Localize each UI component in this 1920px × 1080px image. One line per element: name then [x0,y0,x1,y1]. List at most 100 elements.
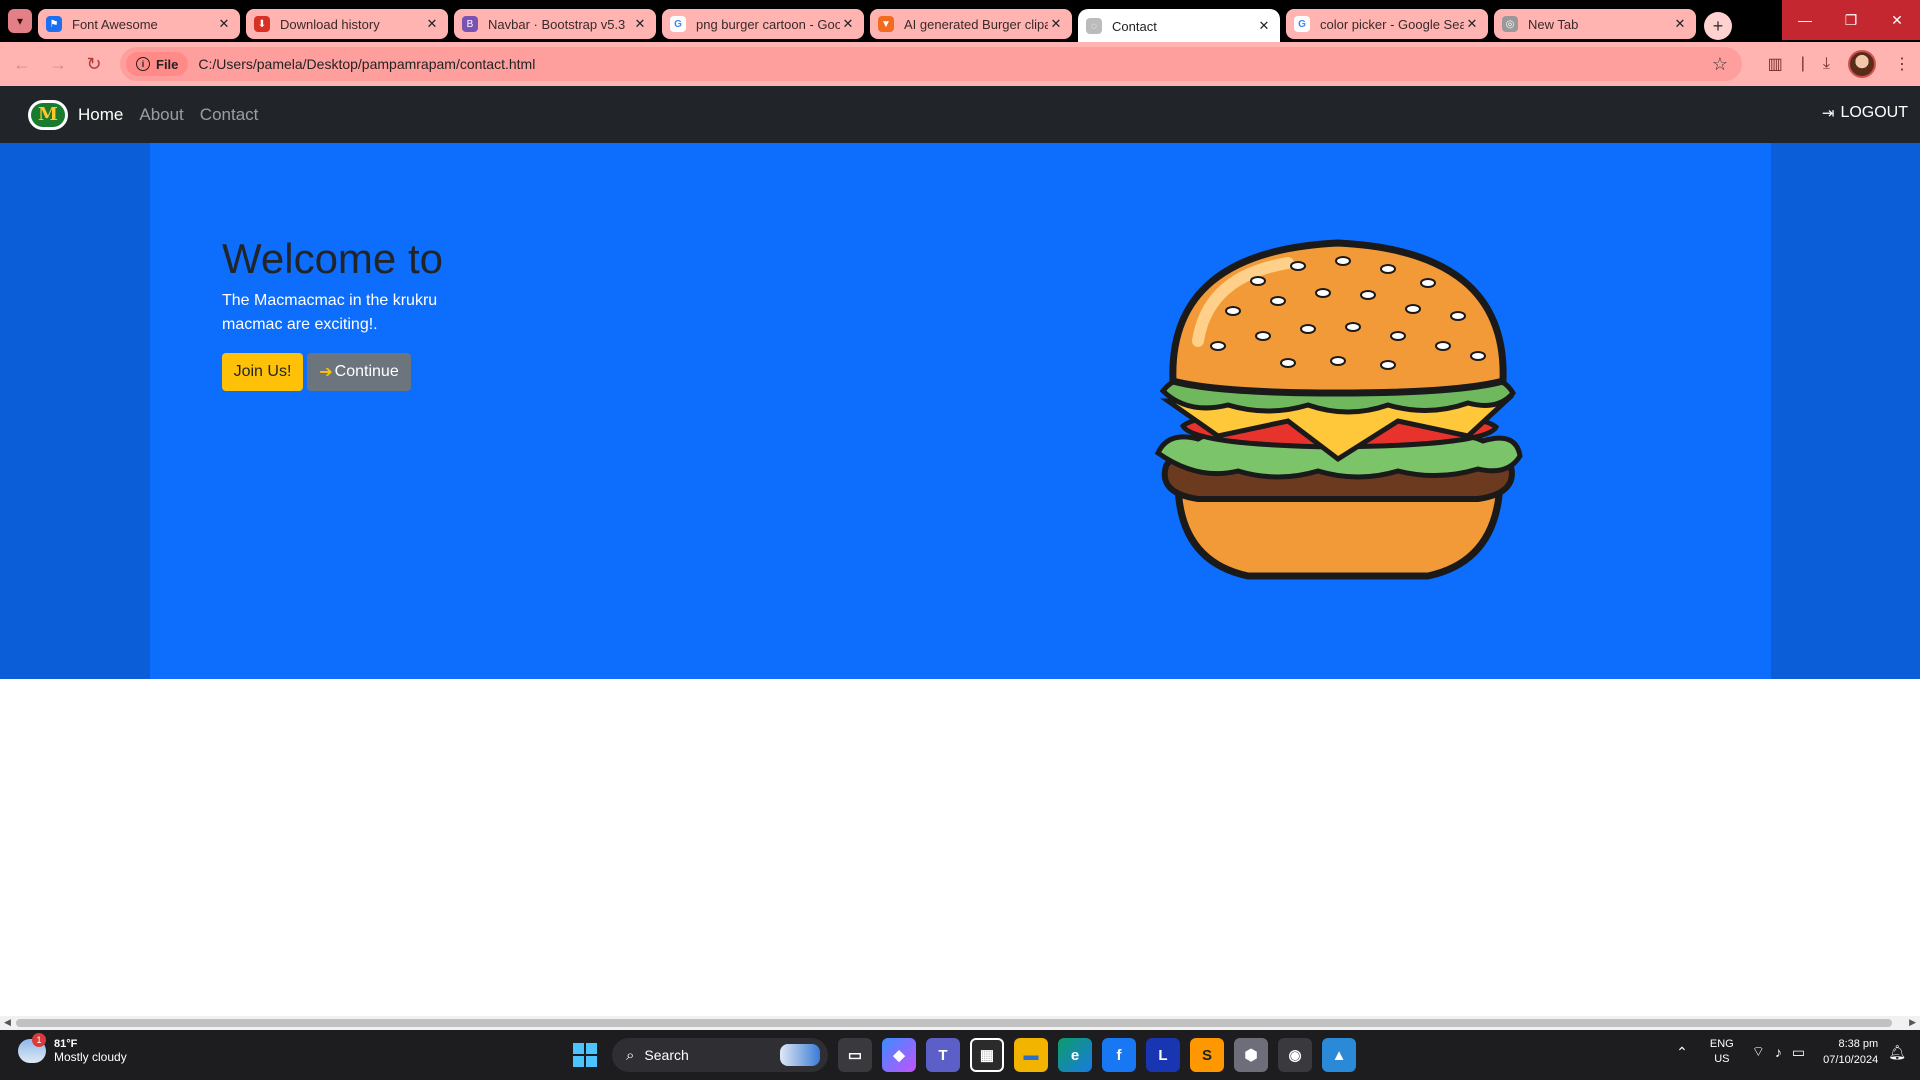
notification-bell-icon[interactable]: 🔔︎ [1888,1044,1906,1061]
nav-link-contact[interactable]: Contact [200,105,259,125]
facebook-icon[interactable]: f [1102,1038,1136,1072]
address-bar[interactable]: i File C:/Users/pamela/Desktop/pampamrap… [120,47,1742,81]
clock-time: 8:38 pm [1838,1038,1879,1050]
continue-button[interactable]: ➔ Continue [307,353,411,391]
close-icon[interactable]: ✕ [840,16,856,32]
taskbar-apps: ⌕ Search ▭ ◆ T ▦ ▬ e f L S ⬢ ◉ ▲ [568,1038,1356,1072]
browser-tab[interactable]: G png burger cartoon - Goo ✕ [662,9,864,39]
horizontal-scrollbar[interactable]: ◀ ▶ [0,1016,1920,1030]
browser-toolbar: ← → ↻ i File C:/Users/pamela/Desktop/pam… [0,42,1920,86]
browser-tab[interactable]: ▼ AI generated Burger clipa ✕ [870,9,1072,39]
tab-search-button[interactable]: ▾ [8,9,32,33]
tab-list: ⚑ Font Awesome ✕ ⬇ Download history ✕ B … [38,0,1732,43]
teams-icon[interactable]: T [926,1038,960,1072]
bookmark-star-icon[interactable]: ☆ [1712,54,1728,75]
system-tray: ⌃ ENG US ⌔ ♪ ▭ 8:38 pm 07/10/2024 🔔︎ [1676,1036,1906,1068]
google-icon: G [1294,16,1310,32]
weather-cloudy-icon: 1 [18,1033,46,1063]
nav-link-home[interactable]: Home [78,105,123,125]
back-arrow-icon[interactable]: ← [8,50,36,78]
clock[interactable]: 8:38 pm 07/10/2024 [1823,1036,1878,1068]
weather-widget[interactable]: 1 81°F Mostly cloudy [18,1033,127,1064]
brand-logo[interactable]: M [28,99,68,130]
browser-tab-strip: ▾ ⚑ Font Awesome ✕ ⬇ Download history ✕ … [0,0,1920,43]
volume-icon[interactable]: ♪ [1775,1044,1782,1060]
minimize-button[interactable]: — [1782,0,1828,40]
wifi-icon[interactable]: ⌔ [1752,1043,1765,1061]
notification-badge: 1 [32,1033,46,1047]
store-icon[interactable]: ▦ [970,1038,1004,1072]
close-icon[interactable]: ✕ [1256,18,1272,34]
tab-title: Font Awesome [72,16,158,32]
new-tab-button[interactable]: + [1704,12,1732,40]
download-icon[interactable]: ⤓ [1823,55,1830,73]
close-window-button[interactable]: ✕ [1874,0,1920,40]
font-awesome-icon: ⚑ [46,16,62,32]
chevron-up-icon[interactable]: ⌃ [1676,1044,1688,1061]
download-icon: ⬇ [254,16,270,32]
bootstrap-icon: B [462,16,478,32]
arrow-right-icon: ➔ [319,364,333,381]
chrome-icon: ◎ [1502,16,1518,32]
toolbar-right: ▥ | ⤓ ⋮ [1768,50,1910,78]
close-icon[interactable]: ✕ [424,16,440,32]
google-icon: G [670,16,686,32]
profile-avatar[interactable] [1848,50,1876,78]
sublime-text-icon[interactable]: S [1190,1038,1224,1072]
reload-icon[interactable]: ↻ [80,50,108,78]
close-icon[interactable]: ✕ [1464,16,1480,32]
clock-date: 07/10/2024 [1823,1054,1879,1066]
brave-icon: ▼ [878,16,894,32]
site-info-chip[interactable]: i File [126,52,189,76]
chrome-icon[interactable]: ◉ [1278,1038,1312,1072]
file-explorer-icon[interactable]: ▬ [1014,1038,1048,1072]
scroll-right-icon[interactable]: ▶ [1909,1017,1916,1028]
restore-button[interactable]: ❐ [1828,0,1874,40]
task-view-icon[interactable]: ▭ [838,1038,872,1072]
search-label: Search [644,1047,689,1063]
close-icon[interactable]: ✕ [1672,16,1688,32]
windows-start-icon[interactable] [568,1038,602,1072]
copilot-icon[interactable]: ◆ [882,1038,916,1072]
taskbar-search[interactable]: ⌕ Search [612,1038,828,1072]
continue-label: Continue [334,363,399,380]
separator: | [1800,55,1805,72]
nav-link-about[interactable]: About [139,105,183,125]
close-icon[interactable]: ✕ [632,16,648,32]
hero-container: Welcome to The Macmacmac in the krukru m… [150,143,1771,679]
lang-region: US [1714,1053,1730,1065]
close-icon[interactable]: ✕ [216,16,232,32]
logout-label: LOGOUT [1840,104,1908,121]
browser-tab[interactable]: G color picker - Google Sea ✕ [1286,9,1488,39]
url-text[interactable]: C:/Users/pamela/Desktop/pampamrapam/cont… [198,56,535,72]
logout-link[interactable]: ⇥ LOGOUT [1822,104,1908,122]
battery-icon[interactable]: ▭ [1792,1044,1805,1061]
weather-desc: Mostly cloudy [54,1050,127,1064]
reading-mode-icon[interactable]: ▥ [1768,54,1783,74]
search-highlight-icon [780,1044,820,1066]
more-menu-icon[interactable]: ⋮ [1894,54,1910,74]
window-controls: — ❐ ✕ [1782,0,1920,40]
tab-title: AI generated Burger clipa [904,16,1048,32]
scrollbar-thumb[interactable] [16,1019,1892,1027]
scroll-left-icon[interactable]: ◀ [4,1017,11,1028]
browser-tab[interactable]: ⚑ Font Awesome ✕ [38,9,240,39]
language-indicator[interactable]: ENG US [1710,1037,1734,1067]
browser-tab[interactable]: B Navbar · Bootstrap v5.3 ✕ [454,9,656,39]
tab-title: Contact [1112,18,1157,34]
lang-code: ENG [1709,1038,1734,1050]
globe-icon: ◌ [1086,18,1102,34]
edge-icon[interactable]: e [1058,1038,1092,1072]
photos-icon[interactable]: ▲ [1322,1038,1356,1072]
l-app-icon[interactable]: L [1146,1038,1180,1072]
tab-title: New Tab [1528,16,1579,32]
site-navbar: M Home About Contact ⇥ LOGOUT [0,86,1920,143]
hero-section: Welcome to The Macmacmac in the krukru m… [0,143,1920,679]
join-us-button[interactable]: Join Us! [222,353,303,391]
browser-tab[interactable]: ◎ New Tab ✕ [1494,9,1696,39]
browser-tab[interactable]: ⬇ Download history ✕ [246,9,448,39]
forward-arrow-icon[interactable]: → [44,50,72,78]
shield-app-icon[interactable]: ⬢ [1234,1038,1268,1072]
close-icon[interactable]: ✕ [1048,16,1064,32]
browser-tab-active[interactable]: ◌ Contact ✕ [1078,9,1280,43]
